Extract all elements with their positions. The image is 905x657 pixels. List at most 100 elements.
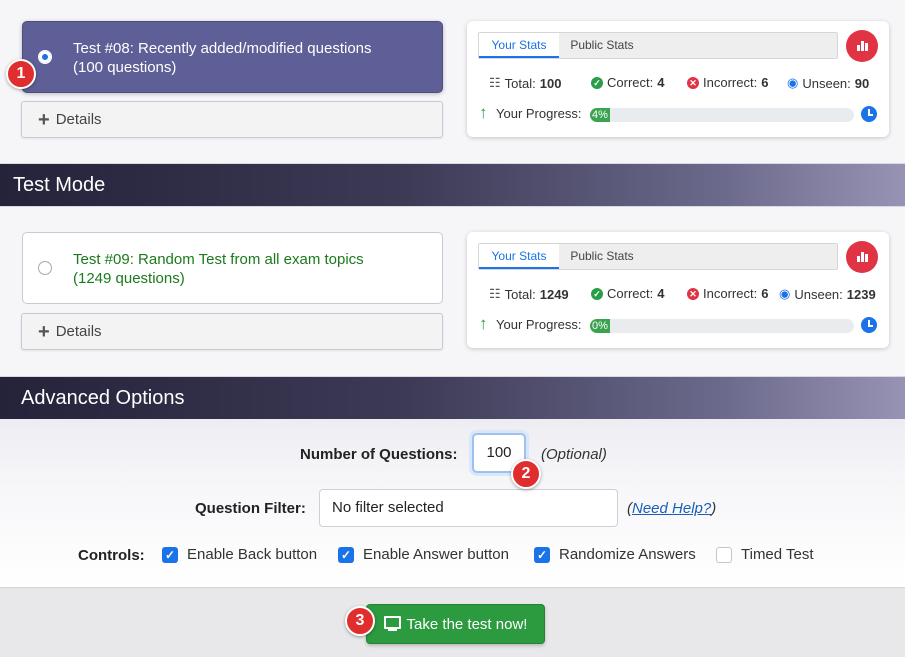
checkbox-unchecked[interactable] [716, 546, 732, 563]
stat-value: 6 [761, 286, 769, 301]
stat-unseen: ◉ Unseen: 90 [787, 75, 869, 91]
controls-label: Controls: [78, 547, 145, 564]
tab-your-stats[interactable]: Your Stats [479, 244, 559, 269]
x-circle-icon: ✕ [687, 287, 699, 300]
checkbox-label: Randomize Answers [559, 546, 696, 563]
stat-value: 6 [761, 75, 769, 90]
need-help-link[interactable]: Need Help? [632, 500, 711, 517]
optional-label: (Optional) [541, 446, 607, 463]
test-title-line2: (100 questions) [73, 59, 177, 76]
stat-total: ☷ Total: 100 [489, 75, 561, 91]
plus-icon: + [38, 108, 50, 131]
chart-button[interactable] [846, 241, 878, 273]
checkbox-enable-back[interactable]: ✓ Enable Back button [162, 546, 317, 563]
stats-tabs: Your Stats Public Stats [478, 243, 838, 270]
test-title: Test #08: Recently added/modified questi… [73, 39, 428, 77]
stat-label: Correct: [607, 286, 654, 301]
stat-correct: ✓ Correct: 4 [591, 286, 664, 301]
clock-icon[interactable] [861, 317, 877, 333]
tab-public-stats[interactable]: Public Stats [559, 244, 645, 269]
checkbox-checked[interactable]: ✓ [162, 546, 178, 563]
stats-card: Your Stats Public Stats ☷ Total: 1249 ✓ … [467, 232, 889, 348]
stat-incorrect: ✕ Incorrect: 6 [687, 286, 768, 301]
details-toggle[interactable]: + Details [21, 101, 443, 138]
chart-bar-icon [857, 256, 860, 262]
annotation-badge: 2 [511, 459, 541, 489]
divider [0, 206, 905, 207]
annotation-badge: 1 [6, 59, 36, 89]
tab-your-stats[interactable]: Your Stats [479, 33, 559, 58]
section-title: Test Mode [13, 173, 106, 196]
test-option-09[interactable]: Test #09: Random Test from all exam topi… [22, 232, 443, 304]
annotation-badge: 3 [345, 606, 375, 636]
progress-bar: 4% [590, 108, 854, 122]
test-title: Test #09: Random Test from all exam topi… [73, 250, 428, 288]
stat-value: 100 [539, 75, 562, 91]
plus-icon: + [38, 320, 50, 343]
progress-row: ↑ Your Progress: 4% [479, 103, 877, 123]
help-paren-close: ) [711, 500, 717, 517]
stats-row: ☷ Total: 1249 ✓ Correct: 4 ✕ Incorrect: … [489, 286, 877, 304]
progress-label: Your Progress: [496, 106, 582, 121]
stats-tabs: Your Stats Public Stats [478, 32, 838, 59]
arrow-up-icon: ↑ [479, 314, 488, 333]
check-circle-icon: ✓ [591, 76, 603, 89]
eye-icon: ◉ [779, 286, 791, 301]
stat-label: Total: [504, 75, 536, 91]
test-title-line2: (1249 questions) [73, 270, 185, 287]
take-test-button[interactable]: Take the test now! [366, 604, 545, 644]
radio-unselected[interactable] [38, 261, 52, 275]
chart-bar-icon [861, 252, 864, 262]
clock-icon[interactable] [861, 106, 877, 122]
stat-label: Unseen: [794, 286, 843, 302]
take-test-label: Take the test now! [406, 615, 528, 633]
progress-row: ↑ Your Progress: 0% [479, 314, 877, 334]
list-icon: ☷ [489, 286, 501, 301]
checkbox-enable-answer[interactable]: ✓ Enable Answer button [338, 546, 509, 563]
section-title: Advanced Options [21, 386, 185, 409]
test-title-line1: Test #09: Random Test from all exam topi… [73, 251, 364, 268]
stats-row: ☷ Total: 100 ✓ Correct: 4 ✕ Incorrect: 6… [489, 75, 877, 93]
stat-unseen: ◉ Unseen: 1239 [779, 286, 876, 302]
stat-total: ☷ Total: 1249 [489, 286, 569, 302]
stat-incorrect: ✕ Incorrect: 6 [687, 75, 768, 90]
check-circle-icon: ✓ [591, 287, 603, 300]
tab-public-stats[interactable]: Public Stats [559, 33, 645, 58]
checkbox-checked[interactable]: ✓ [338, 546, 354, 563]
details-toggle[interactable]: + Details [21, 313, 443, 350]
stat-label: Unseen: [802, 75, 851, 91]
arrow-up-icon: ↑ [479, 103, 488, 122]
test-option-08[interactable]: Test #08: Recently added/modified questi… [22, 21, 443, 93]
chart-bar-icon [865, 254, 868, 262]
details-label: Details [55, 323, 102, 340]
monitor-icon [383, 616, 401, 632]
stat-label: Correct: [607, 75, 654, 90]
stat-value: 4 [657, 286, 665, 301]
stat-value: 1249 [539, 286, 569, 302]
chart-bar-icon [861, 41, 864, 51]
checkbox-checked[interactable]: ✓ [534, 546, 550, 563]
section-header-advanced-options: Advanced Options [0, 377, 905, 419]
section-header-test-mode: Test Mode [0, 164, 905, 206]
question-filter-select[interactable]: No filter selected [319, 489, 618, 527]
details-label: Details [55, 111, 102, 128]
chart-bar-icon [865, 43, 868, 51]
stat-label: Incorrect: [703, 286, 758, 301]
progress-fill: 0% [590, 319, 610, 333]
progress-label: Your Progress: [496, 317, 582, 332]
stats-card: Your Stats Public Stats ☷ Total: 100 ✓ C… [467, 21, 889, 137]
eye-icon: ◉ [787, 75, 799, 90]
stat-value: 4 [657, 75, 665, 90]
checkbox-timed-test[interactable]: Timed Test [716, 546, 814, 563]
stat-correct: ✓ Correct: 4 [591, 75, 664, 90]
chart-button[interactable] [846, 30, 878, 62]
list-icon: ☷ [489, 75, 501, 90]
need-help: (Need Help?) [627, 500, 716, 517]
checkbox-label: Timed Test [741, 546, 814, 563]
question-filter-label: Question Filter: [195, 500, 306, 517]
checkbox-label: Enable Back button [187, 546, 318, 563]
checkbox-randomize-answers[interactable]: ✓ Randomize Answers [534, 546, 696, 563]
radio-selected[interactable] [38, 50, 52, 64]
x-circle-icon: ✕ [687, 76, 699, 89]
test-title-line1: Test #08: Recently added/modified questi… [73, 40, 372, 57]
